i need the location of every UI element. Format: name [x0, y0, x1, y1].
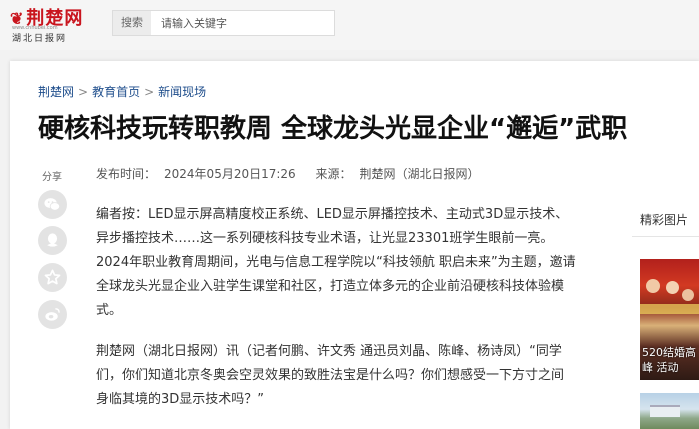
- share-label: 分享: [42, 172, 62, 183]
- sidebar-divider: [632, 236, 699, 237]
- search-input[interactable]: [153, 11, 337, 35]
- breadcrumb-separator: >: [78, 85, 89, 99]
- article-title: 硬核科技玩转职教周 全球龙头光显企业“邂逅”武职: [38, 114, 628, 144]
- search-box: 搜索: [112, 10, 337, 36]
- featured-image-wedding[interactable]: 520结婚高峰 活动: [640, 259, 699, 380]
- share-qq-button[interactable]: [38, 226, 67, 255]
- article-meta: 发布时间： 2024年05月20日17:26 来源： 荆楚网（湖北日报网）: [96, 165, 496, 182]
- logo-subtitle: 湖北日报网: [12, 34, 68, 44]
- publish-label: 发布时间：: [96, 167, 157, 181]
- article-paragraph: 荆楚网（湖北日报网）讯（记者何鹏、许文秀 通迅员刘晶、陈峰、杨诗凤）“同学们，你…: [96, 344, 565, 407]
- top-header: ❦ 荆楚网 www.cnhubei.com 湖北日报网 搜索: [0, 0, 699, 50]
- search-label: 搜索: [113, 11, 151, 35]
- share-weibo-button[interactable]: [38, 300, 67, 329]
- star-icon: [44, 269, 61, 285]
- share-wechat-button[interactable]: [38, 190, 67, 219]
- featured-image-caption: 520结婚高峰 活动: [642, 346, 696, 374]
- source-value: 荆楚网（湖北日报网）: [359, 167, 480, 181]
- site-logo[interactable]: ❦ 荆楚网 www.cnhubei.com 湖北日报网: [8, 4, 84, 44]
- breadcrumb: 荆楚网 > 教育首页 > 新闻现场: [38, 83, 206, 100]
- share-favorite-button[interactable]: [38, 263, 67, 292]
- featured-image-landscape[interactable]: [640, 393, 699, 429]
- weibo-icon: [45, 308, 60, 321]
- publish-time-value: 2024年05月20日17:26: [164, 167, 296, 181]
- qq-icon: [47, 233, 58, 247]
- breadcrumb-education-link[interactable]: 教育首页: [92, 85, 140, 99]
- sidebar-heading: 精彩图片: [640, 213, 689, 227]
- publish-time: 发布时间： 2024年05月20日17:26: [96, 167, 304, 181]
- breadcrumb-separator: >: [144, 85, 155, 99]
- breadcrumb-home-link[interactable]: 荆楚网: [38, 85, 74, 99]
- wechat-icon: [44, 198, 61, 211]
- breadcrumb-news-link[interactable]: 新闻现场: [158, 85, 206, 99]
- source-label: 来源：: [315, 167, 352, 181]
- editor-note-paragraph: 编者按：LED显示屏高精度校正系统、LED显示屏播控技术、主动式3D显示技术、异…: [96, 207, 576, 318]
- source: 来源： 荆楚网（湖北日报网）: [316, 167, 488, 181]
